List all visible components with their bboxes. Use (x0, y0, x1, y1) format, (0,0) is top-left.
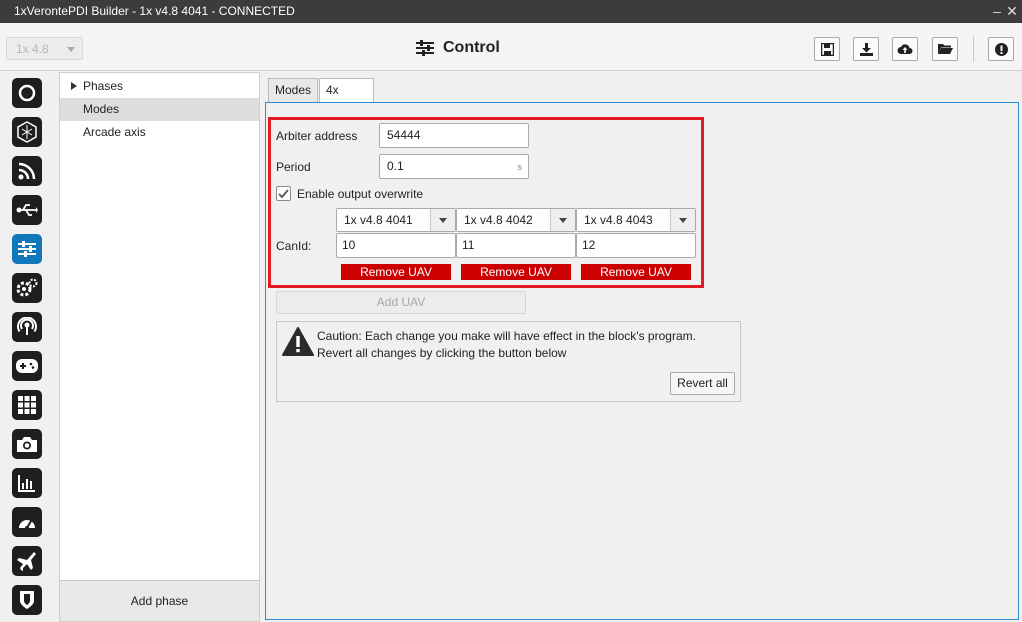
camera-icon[interactable] (12, 429, 42, 459)
tree-item-label: Arcade axis (83, 125, 146, 139)
caution-text-line1: Caution: Each change you make will have … (317, 329, 696, 343)
page-title: Control (416, 37, 500, 59)
gears-icon[interactable] (12, 273, 42, 303)
airplane-icon[interactable] (12, 546, 42, 576)
usb-icon[interactable] (12, 195, 42, 225)
canid-label: CanId: (276, 239, 312, 253)
caution-text-line2: Revert all changes by clicking the butto… (317, 346, 567, 360)
uav-device-select[interactable]: 1x v4.8 4042 (456, 208, 576, 232)
revert-all-button[interactable]: Revert all (670, 372, 735, 395)
rss-feed-icon[interactable] (12, 156, 42, 186)
remove-uav-button[interactable]: Remove UAV (581, 264, 691, 280)
cloud-upload-button[interactable] (892, 37, 918, 61)
sliders-icon[interactable] (12, 234, 42, 264)
alert-icon (994, 42, 1008, 56)
bar-chart-icon[interactable] (12, 468, 42, 498)
tree-item-arcade-axis[interactable]: Arcade axis (60, 121, 259, 144)
check-icon (278, 188, 289, 198)
open-folder-button[interactable] (932, 37, 958, 61)
period-input[interactable]: 0.1 s (379, 154, 529, 179)
canid-input[interactable]: 12 (576, 233, 696, 258)
period-label: Period (276, 160, 311, 174)
remove-uav-button[interactable]: Remove UAV (461, 264, 571, 280)
uav-device-select[interactable]: 1x v4.8 4041 (336, 208, 456, 232)
title-bar: 1xVerontePDI Builder - 1x v4.8 4041 - CO… (0, 0, 1022, 23)
hexagon-icon[interactable] (12, 117, 42, 147)
uav-device-value: 1x v4.8 4043 (584, 213, 653, 227)
period-unit: s (517, 162, 523, 172)
close-icon[interactable]: ✕ (1004, 2, 1020, 20)
power-icon[interactable] (12, 78, 42, 108)
minimize-icon[interactable]: – (989, 2, 1005, 20)
tree-item-label: Phases (83, 79, 124, 93)
version-select[interactable]: 1x 4.8 (6, 37, 83, 60)
period-value: 0.1 (387, 159, 404, 173)
download-icon (859, 42, 873, 56)
sliders-icon (416, 40, 434, 56)
broadcast-icon[interactable] (12, 312, 42, 342)
uav-device-value: 1x v4.8 4042 (464, 213, 533, 227)
grid-icon[interactable] (12, 390, 42, 420)
canid-input[interactable]: 10 (336, 233, 456, 258)
chevron-down-icon (67, 47, 75, 52)
arbiter-address-label: Arbiter address (276, 129, 358, 143)
download-button[interactable] (853, 37, 879, 61)
remove-uav-button[interactable]: Remove UAV (341, 264, 451, 280)
window-title: 1xVerontePDI Builder - 1x v4.8 4041 - CO… (14, 4, 295, 18)
enable-output-overwrite-label: Enable output overwrite (297, 187, 424, 201)
enable-output-overwrite-checkbox[interactable] (276, 186, 291, 201)
warning-icon (282, 327, 314, 356)
gauge-icon[interactable] (12, 507, 42, 537)
arbiter-address-input[interactable]: 54444 (379, 123, 529, 148)
gamepad-icon[interactable] (12, 351, 42, 381)
save-button[interactable] (814, 37, 840, 61)
toolbar: 1x 4.8 Control (0, 23, 1022, 71)
toolbar-separator (973, 36, 974, 62)
chevron-down-icon[interactable] (430, 209, 455, 231)
tree-item-label: Modes (83, 102, 120, 116)
uav-device-value: 1x v4.8 4041 (344, 213, 413, 227)
tree-panel: Phases Modes Arcade axis Add phase (59, 72, 260, 622)
chevron-down-icon[interactable] (670, 209, 695, 231)
alert-button[interactable] (988, 37, 1014, 61)
canid-input[interactable]: 11 (456, 233, 576, 258)
uav-device-select[interactable]: 1x v4.8 4043 (576, 208, 696, 232)
chevron-down-icon[interactable] (550, 209, 575, 231)
folder-open-icon (937, 44, 953, 54)
shield-icon[interactable] (12, 585, 42, 615)
tab-modes[interactable]: Modes (268, 78, 319, 102)
add-phase-button[interactable]: Add phase (60, 580, 259, 621)
tree-item-phases[interactable]: Phases (60, 75, 259, 98)
add-uav-button[interactable]: Add UAV (276, 291, 526, 314)
sidebar-icon-bar (0, 72, 55, 622)
cloud-upload-icon (897, 44, 913, 54)
tab-4x-veronte[interactable]: 4x Veronte (319, 78, 375, 119)
save-icon (820, 42, 834, 56)
page-title-text: Control (443, 39, 500, 56)
tree-item-modes[interactable]: Modes (60, 98, 259, 121)
chevron-right-icon[interactable] (71, 82, 77, 90)
version-select-value: 1x 4.8 (16, 42, 49, 56)
